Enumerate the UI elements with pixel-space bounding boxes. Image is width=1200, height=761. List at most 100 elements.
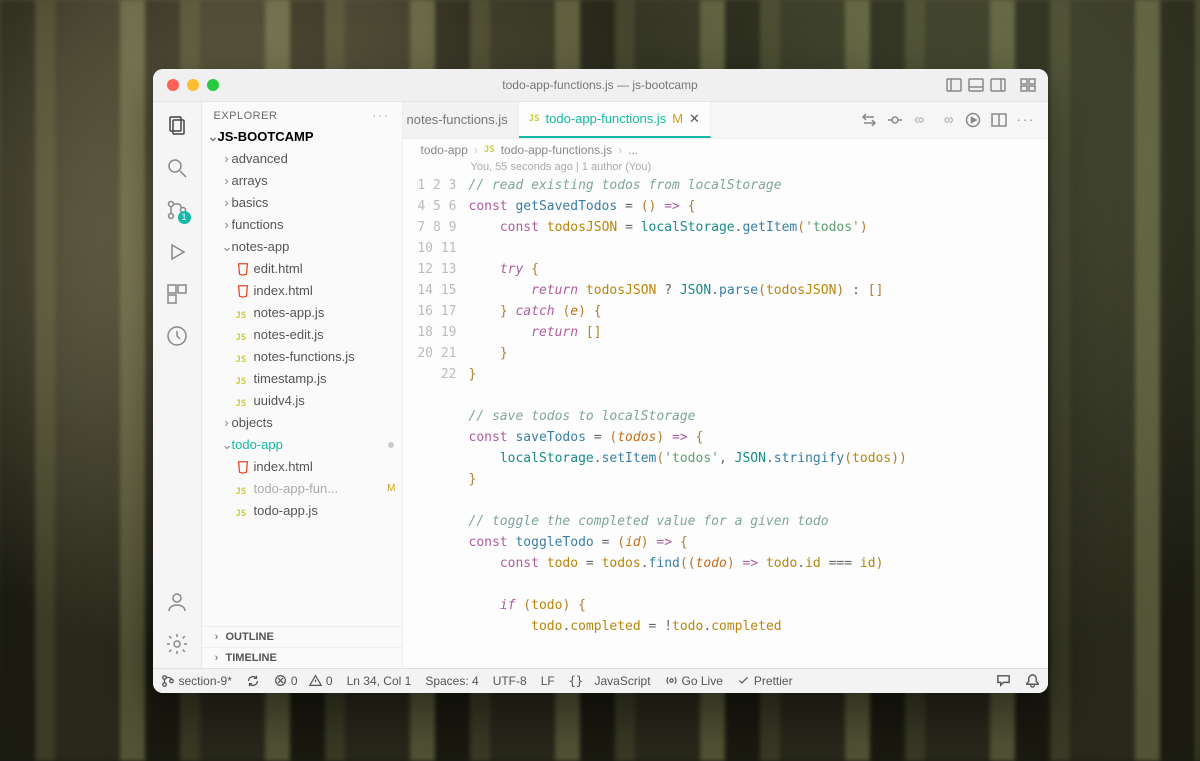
traffic-lights <box>153 79 219 91</box>
item-label: timestamp.js <box>254 371 327 386</box>
close-icon[interactable]: ✕ <box>689 111 700 127</box>
js-file-icon: JS <box>236 350 250 364</box>
sync-status[interactable] <box>246 674 260 688</box>
folder-item[interactable]: ›advanced <box>202 148 402 170</box>
split-icon[interactable] <box>991 112 1007 128</box>
folder-item[interactable]: ›basics <box>202 192 402 214</box>
run-icon[interactable] <box>965 112 981 128</box>
item-label: todo-app-fun... <box>254 481 339 496</box>
js-file-icon: JS <box>236 394 250 408</box>
account-activity[interactable] <box>165 590 189 614</box>
folder-root[interactable]: ⌄ JS-BOOTCAMP <box>202 126 402 148</box>
code-content[interactable]: // read existing todos from localStorage… <box>469 175 1048 668</box>
problems-status[interactable]: 0 0 <box>274 674 333 688</box>
sidebar-more-icon[interactable]: ··· <box>373 110 390 122</box>
git-blame: You, 55 seconds ago | 1 author (You) <box>403 161 1048 175</box>
titlebar: todo-app-functions.js — js-bootcamp <box>153 69 1048 102</box>
chevron-right-icon: › <box>222 151 232 166</box>
explorer-activity[interactable] <box>165 114 189 138</box>
bell-icon[interactable] <box>1025 673 1040 688</box>
file-item[interactable]: index.html <box>202 280 402 302</box>
editor-tab[interactable]: notes-functions.js <box>403 102 519 138</box>
file-item[interactable]: JSnotes-functions.js <box>202 346 402 368</box>
file-item[interactable]: JS todo-app-fun... M <box>202 478 402 500</box>
folder-item[interactable]: ⌄notes-app <box>202 236 402 258</box>
timeline-section[interactable]: ›TIMELINE <box>202 647 402 668</box>
prev-icon[interactable] <box>913 112 929 128</box>
golive-status[interactable]: Go Live <box>665 674 723 688</box>
cursor-status[interactable]: Ln 34, Col 1 <box>347 674 412 688</box>
file-tree: ›advanced›arrays›basics›functions⌄notes-… <box>202 148 402 626</box>
html-file-icon <box>236 262 250 276</box>
sidebar: EXPLORER ··· ⌄ JS-BOOTCAMP ›advanced›arr… <box>202 102 403 668</box>
gitlens-activity[interactable] <box>165 324 189 348</box>
html-file-icon <box>236 460 250 474</box>
source-control-activity[interactable]: 1 <box>165 198 189 222</box>
window-title: todo-app-functions.js — js-bootcamp <box>153 78 1048 92</box>
chevron-right-icon: › <box>222 195 232 210</box>
vscode-window: todo-app-functions.js — js-bootcamp 1 EX… <box>153 69 1048 693</box>
code-editor[interactable]: 1 2 3 4 5 6 7 8 9 10 11 12 13 14 15 16 1… <box>403 175 1048 668</box>
feedback-icon[interactable] <box>996 673 1011 688</box>
extensions-activity[interactable] <box>165 282 189 306</box>
file-item[interactable]: JStodo-app.js <box>202 500 402 522</box>
item-label: uuidv4.js <box>254 393 305 408</box>
language-status[interactable]: {} JavaScript <box>569 674 651 688</box>
folder-item[interactable]: ⌄todo-app <box>202 434 402 456</box>
spaces-status[interactable]: Spaces: 4 <box>425 674 478 688</box>
folder-item[interactable]: ›objects <box>202 412 402 434</box>
js-file-icon: JS <box>529 114 540 124</box>
file-item[interactable]: index.html <box>202 456 402 478</box>
tab-label: todo-app-functions.js <box>546 111 667 126</box>
settings-activity[interactable] <box>165 632 189 656</box>
panel-bottom-icon[interactable] <box>968 77 984 93</box>
panel-right-icon[interactable] <box>990 77 1006 93</box>
editor-group: notes-functions.js JS todo-app-functions.j… <box>403 102 1048 668</box>
zoom-window-button[interactable] <box>207 79 219 91</box>
run-debug-activity[interactable] <box>165 240 189 264</box>
layout-icon[interactable] <box>1020 77 1036 93</box>
folder-item[interactable]: ›arrays <box>202 170 402 192</box>
item-label: advanced <box>232 151 288 166</box>
encoding-status[interactable]: UTF-8 <box>493 674 527 688</box>
file-item[interactable]: JSnotes-edit.js <box>202 324 402 346</box>
modified-badge: M <box>387 483 395 494</box>
search-activity[interactable] <box>165 156 189 180</box>
file-item[interactable]: JS uuidv4.js <box>202 390 402 412</box>
editor-more-icon[interactable]: ··· <box>1017 112 1036 127</box>
item-label: objects <box>232 415 273 430</box>
item-label: index.html <box>254 459 313 474</box>
editor-tab[interactable]: JStodo-app-functions.jsM✕ <box>519 102 711 138</box>
breadcrumb[interactable]: todo-app› JS todo-app-functions.js› ... <box>403 139 1048 161</box>
status-bar: section-9* 0 0 Ln 34, Col 1 Spaces: 4 UT… <box>153 668 1048 693</box>
next-icon[interactable] <box>939 112 955 128</box>
root-label: JS-BOOTCAMP <box>218 129 314 144</box>
file-item[interactable]: JStimestamp.js <box>202 368 402 390</box>
item-label: arrays <box>232 173 268 188</box>
compare-icon[interactable] <box>861 112 877 128</box>
item-label: basics <box>232 195 269 210</box>
folder-item[interactable]: ›functions <box>202 214 402 236</box>
item-label: edit.html <box>254 261 303 276</box>
branch-status[interactable]: section-9* <box>161 674 232 688</box>
minimize-window-button[interactable] <box>187 79 199 91</box>
chevron-right-icon: › <box>222 415 232 430</box>
file-item[interactable]: JSnotes-app.js <box>202 302 402 324</box>
panel-left-icon[interactable] <box>946 77 962 93</box>
chevron-down-icon: ⌄ <box>222 437 232 453</box>
commit-icon[interactable] <box>887 112 903 128</box>
html-file-icon <box>236 284 250 298</box>
modified-dot-icon <box>388 442 394 448</box>
tab-bar: notes-functions.js JS todo-app-functions.j… <box>403 102 1048 139</box>
prettier-status[interactable]: Prettier <box>737 674 793 688</box>
scm-badge: 1 <box>178 211 191 224</box>
close-window-button[interactable] <box>167 79 179 91</box>
js-file-icon: JS <box>236 482 250 496</box>
file-item[interactable]: edit.html <box>202 258 402 280</box>
chevron-right-icon: › <box>222 217 232 232</box>
activity-bar: 1 <box>153 102 202 668</box>
js-file-icon: JS <box>236 328 250 342</box>
chevron-down-icon: ⌄ <box>222 239 232 255</box>
eol-status[interactable]: LF <box>541 674 555 688</box>
outline-section[interactable]: ›OUTLINE <box>202 626 402 647</box>
